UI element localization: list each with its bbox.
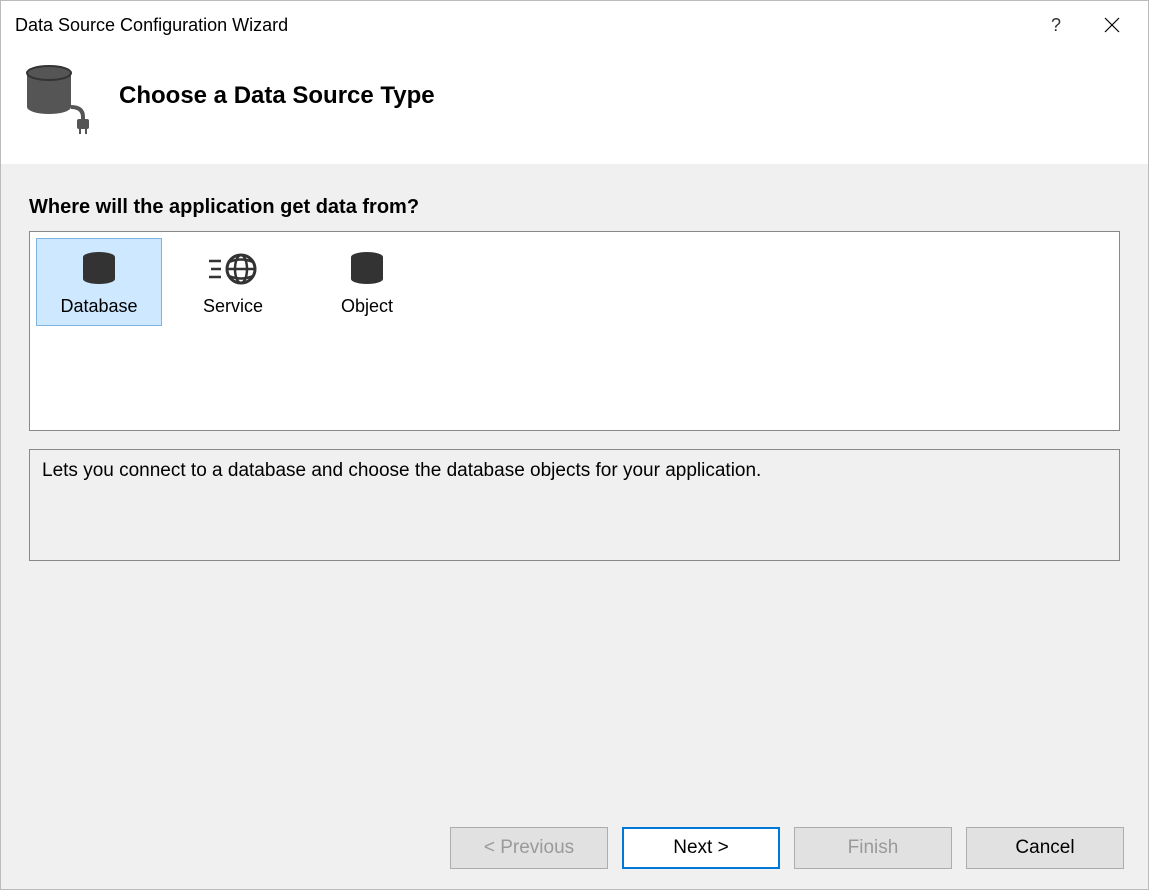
wizard-header-title: Choose a Data Source Type xyxy=(119,82,435,110)
object-icon xyxy=(347,248,387,290)
prompt-text: Where will the application get data from… xyxy=(29,196,1120,219)
titlebar: Data Source Configuration Wizard ? xyxy=(1,1,1148,49)
source-label: Object xyxy=(341,296,393,317)
database-plug-icon xyxy=(17,57,95,135)
cancel-button[interactable]: Cancel xyxy=(966,827,1124,869)
database-icon xyxy=(79,248,119,290)
wizard-header: Choose a Data Source Type xyxy=(1,49,1148,164)
window-title: Data Source Configuration Wizard xyxy=(15,15,1028,36)
titlebar-buttons: ? xyxy=(1028,5,1140,45)
source-item-service[interactable]: Service xyxy=(170,238,296,326)
wizard-content: Where will the application get data from… xyxy=(1,164,1148,813)
source-type-list: Database Service xyxy=(29,231,1120,431)
next-button[interactable]: Next > xyxy=(622,827,780,869)
close-icon xyxy=(1104,17,1120,33)
close-button[interactable] xyxy=(1084,5,1140,45)
source-item-database[interactable]: Database xyxy=(36,238,162,326)
service-icon xyxy=(205,248,261,290)
wizard-header-icon xyxy=(17,57,95,135)
source-item-object[interactable]: Object xyxy=(304,238,430,326)
description-box: Lets you connect to a database and choos… xyxy=(29,449,1120,561)
source-label: Database xyxy=(60,296,137,317)
previous-button: < Previous xyxy=(450,827,608,869)
finish-button: Finish xyxy=(794,827,952,869)
source-label: Service xyxy=(203,296,263,317)
help-button[interactable]: ? xyxy=(1028,5,1084,45)
wizard-footer: < Previous Next > Finish Cancel xyxy=(1,813,1148,889)
